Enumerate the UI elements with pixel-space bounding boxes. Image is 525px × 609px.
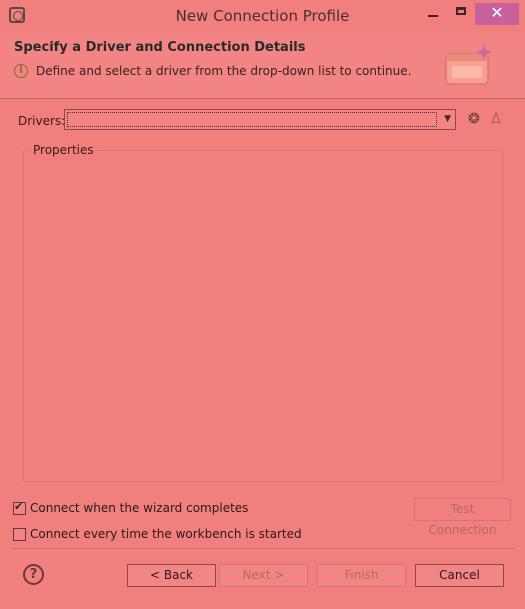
- back-button[interactable]: < Back: [127, 564, 216, 587]
- connect-on-startup-label[interactable]: Connect every time the workbench is star…: [30, 527, 302, 541]
- maximize-button[interactable]: [448, 3, 474, 25]
- cancel-button[interactable]: Cancel: [415, 564, 504, 587]
- window-title: New Connection Profile: [175, 7, 350, 25]
- drivers-dropdown[interactable]: ▼: [64, 109, 456, 130]
- edit-driver-icon[interactable]: Δ: [487, 110, 505, 128]
- header-message: Define and select a driver from the drop…: [36, 64, 412, 78]
- drivers-label: Drivers:: [18, 114, 66, 128]
- connect-on-finish-checkbox[interactable]: [13, 500, 26, 515]
- connect-on-finish-label[interactable]: Connect when the wizard completes: [30, 501, 248, 515]
- properties-label: Properties: [30, 143, 97, 157]
- properties-group: [23, 150, 503, 482]
- wizard-header: Specify a Driver and Connection Details …: [0, 32, 525, 99]
- info-icon: i: [14, 64, 28, 78]
- chevron-down-icon: ▼: [444, 114, 451, 124]
- connect-on-startup-checkbox[interactable]: [13, 528, 26, 541]
- next-button[interactable]: Next >: [219, 564, 308, 587]
- footer-divider: [10, 548, 515, 549]
- new-driver-icon[interactable]: ❂: [465, 110, 483, 128]
- minimize-button[interactable]: [420, 3, 446, 25]
- finish-button[interactable]: Finish: [317, 564, 406, 587]
- help-icon[interactable]: ?: [23, 564, 44, 585]
- page-title: Specify a Driver and Connection Details: [14, 40, 306, 55]
- close-button[interactable]: ✕: [475, 3, 519, 25]
- drivers-selected-value: [67, 112, 437, 127]
- wizard-banner-icon: [445, 44, 492, 85]
- test-connection-button[interactable]: Test Connection: [414, 498, 511, 537]
- title-bar: New Connection Profile ✕: [0, 0, 525, 32]
